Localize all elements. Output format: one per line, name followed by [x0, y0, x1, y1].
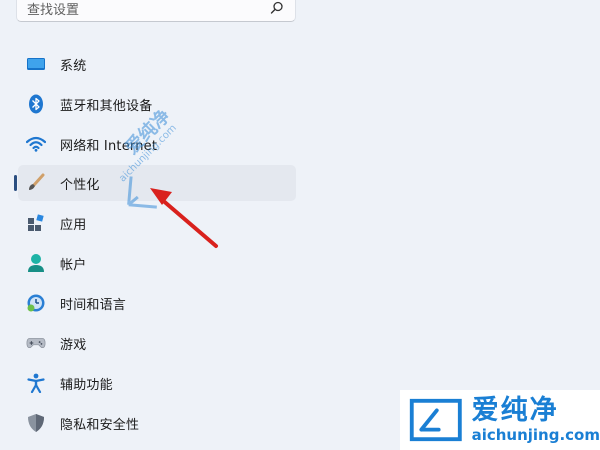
nav-label: 蓝牙和其他设备 [60, 98, 153, 114]
nav-label: 系统 [60, 58, 87, 74]
logo-icon [409, 398, 462, 442]
nav-item-accessibility[interactable]: 辅助功能 [18, 365, 296, 401]
nav-label: 时间和语言 [60, 297, 127, 313]
nav-item-bluetooth[interactable]: 蓝牙和其他设备 [18, 86, 296, 122]
search-icon[interactable] [269, 0, 285, 16]
nav-item-accounts[interactable]: 帐户 [18, 245, 296, 281]
selection-indicator [14, 175, 17, 191]
apps-icon [26, 213, 46, 233]
nav-item-gaming[interactable]: 游戏 [18, 325, 296, 361]
gamepad-icon [26, 333, 46, 353]
nav-label: 网络和 Internet [60, 138, 158, 154]
bluetooth-icon [26, 94, 46, 114]
monitor-icon [26, 54, 46, 74]
nav-item-network[interactable]: 网络和 Internet [18, 126, 296, 162]
watermark-url: aichunjing.com [471, 426, 600, 444]
nav-item-apps[interactable]: 应用 [18, 205, 296, 241]
nav-item-system[interactable]: 系统 [18, 46, 296, 82]
nav-label: 帐户 [60, 257, 87, 273]
search-placeholder: 查找设置 [27, 2, 80, 18]
accessibility-icon [26, 373, 46, 393]
shield-icon [26, 413, 46, 433]
nav-item-privacy-security[interactable]: 隐私和安全性 [18, 405, 296, 441]
account-icon [26, 253, 46, 273]
watermark-brand: 爱纯净 [471, 395, 559, 426]
wifi-icon [26, 134, 46, 154]
nav-label: 隐私和安全性 [60, 417, 140, 433]
watermark-corner: 爱纯净 aichunjing.com [400, 390, 600, 450]
nav-item-time-language[interactable]: 时间和语言 [18, 285, 296, 321]
brush-icon [26, 173, 46, 193]
clock-globe-icon [26, 293, 46, 313]
nav-label: 应用 [60, 217, 87, 233]
nav-label: 个性化 [60, 177, 100, 193]
nav-label: 辅助功能 [60, 377, 113, 393]
nav-item-personalization[interactable]: 个性化 [14, 165, 296, 201]
search-input[interactable]: 查找设置 [16, 0, 296, 22]
nav-label: 游戏 [60, 337, 87, 353]
